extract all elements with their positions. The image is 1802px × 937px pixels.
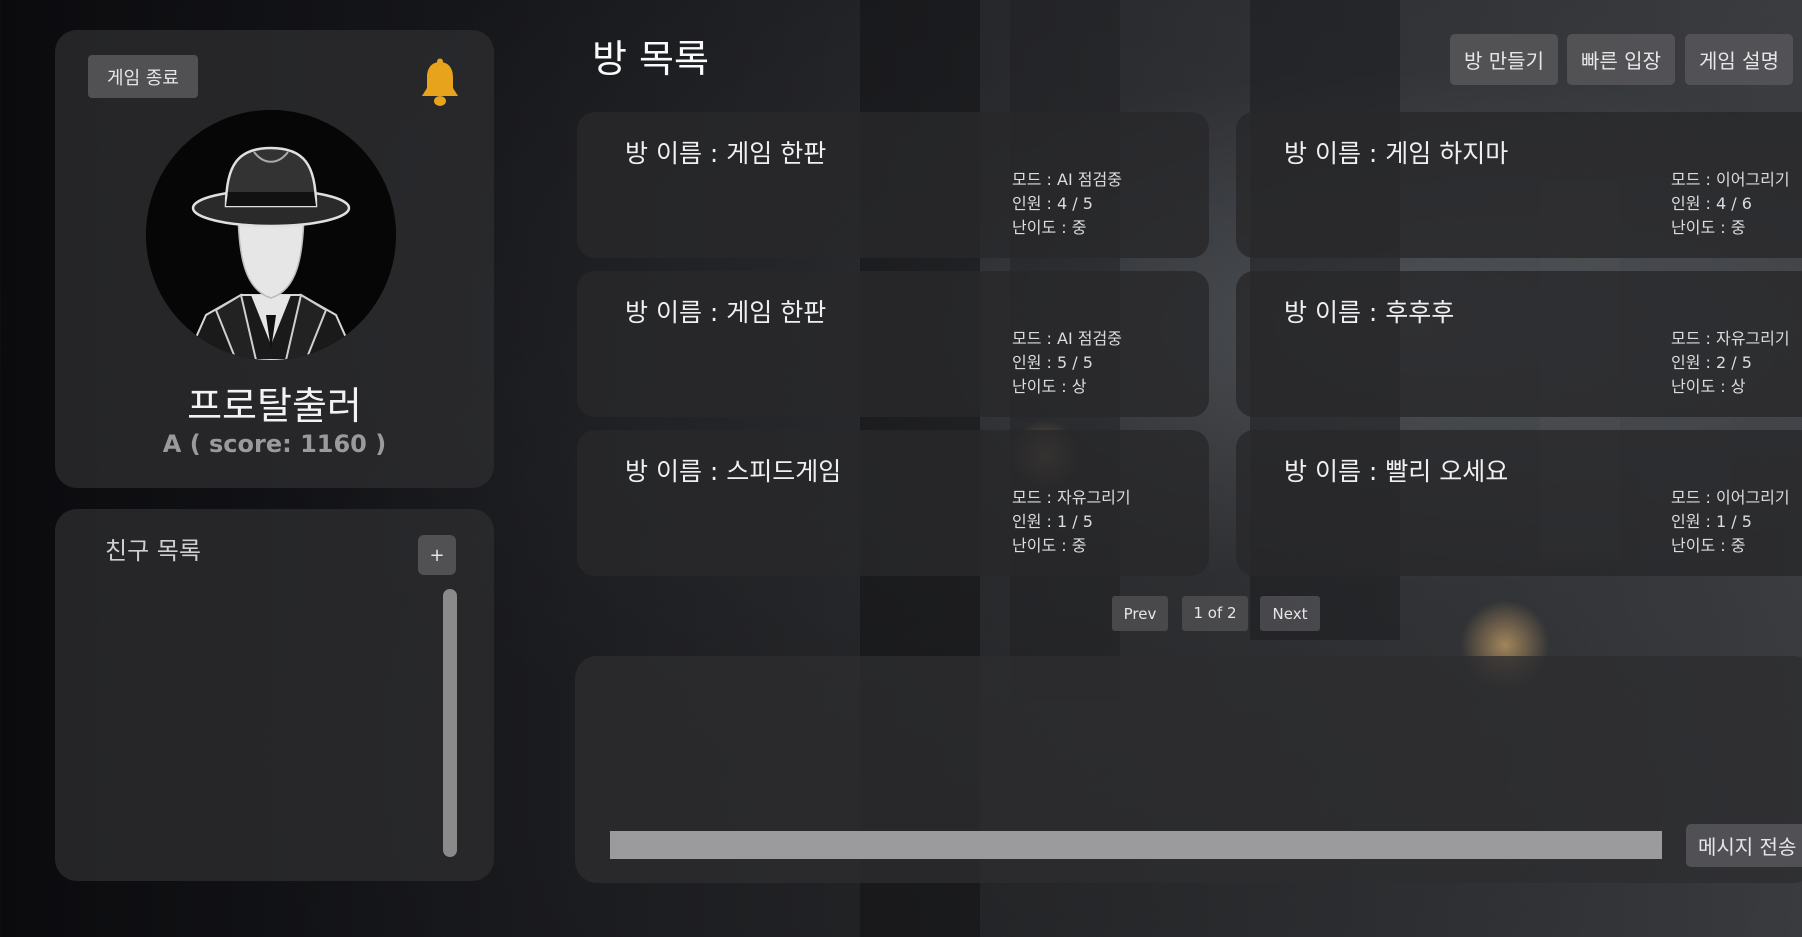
room-players: 인원 : 1 / 5 [1671, 512, 1752, 531]
profile-panel: 게임 종료 프로탈출러 A ( score: 1160 ) [55, 30, 494, 488]
room-name: 방 이름 : 빨리 오세요 [1284, 457, 1509, 486]
room-mode: 모드 : 이어그리기 [1671, 488, 1790, 507]
room-meta: 모드 : 이어그리기 인원 : 1 / 5 난이도 : 중 [1671, 486, 1790, 558]
prev-page-button[interactable]: Prev [1112, 596, 1168, 631]
create-room-button[interactable]: 방 만들기 [1450, 34, 1558, 85]
room-card[interactable]: 방 이름 : 후후후 모드 : 자유그리기 인원 : 2 / 5 난이도 : 상 [1236, 271, 1802, 417]
room-difficulty: 난이도 : 중 [1012, 218, 1087, 237]
send-message-button[interactable]: 메시지 전송 [1686, 824, 1802, 867]
room-name: 방 이름 : 후후후 [1284, 298, 1455, 327]
next-page-button[interactable]: Next [1260, 596, 1320, 631]
friends-panel: 친구 목록 + [55, 509, 494, 881]
room-difficulty: 난이도 : 상 [1012, 377, 1087, 396]
room-mode: 모드 : 이어그리기 [1671, 170, 1790, 189]
room-card[interactable]: 방 이름 : 게임 하지마 모드 : 이어그리기 인원 : 4 / 6 난이도 … [1236, 112, 1802, 258]
chat-panel: 메시지 전송 [575, 656, 1802, 883]
room-mode: 모드 : 자유그리기 [1671, 329, 1790, 348]
room-meta: 모드 : AI 점검중 인원 : 4 / 5 난이도 : 중 [1012, 168, 1122, 240]
room-meta: 모드 : AI 점검중 인원 : 5 / 5 난이도 : 상 [1012, 327, 1122, 399]
room-name: 방 이름 : 스피드게임 [625, 457, 842, 486]
room-difficulty: 난이도 : 중 [1012, 536, 1087, 555]
add-friend-button[interactable]: + [418, 535, 456, 575]
exit-game-button[interactable]: 게임 종료 [88, 55, 198, 98]
bell-icon[interactable] [417, 58, 463, 110]
page-indicator: 1 of 2 [1182, 596, 1248, 631]
page-title: 방 목록 [592, 37, 709, 81]
room-mode: 모드 : AI 점검중 [1012, 329, 1122, 348]
room-mode: 모드 : AI 점검중 [1012, 170, 1122, 189]
room-players: 인원 : 2 / 5 [1671, 353, 1752, 372]
hat-man-illustration [146, 110, 396, 360]
room-meta: 모드 : 이어그리기 인원 : 4 / 6 난이도 : 중 [1671, 168, 1790, 240]
room-card[interactable]: 방 이름 : 빨리 오세요 모드 : 이어그리기 인원 : 1 / 5 난이도 … [1236, 430, 1802, 576]
room-card[interactable]: 방 이름 : 게임 한판 모드 : AI 점검중 인원 : 5 / 5 난이도 … [577, 271, 1209, 417]
room-meta: 모드 : 자유그리기 인원 : 2 / 5 난이도 : 상 [1671, 327, 1790, 399]
room-difficulty: 난이도 : 중 [1671, 536, 1746, 555]
room-difficulty: 난이도 : 상 [1671, 377, 1746, 396]
room-players: 인원 : 1 / 5 [1012, 512, 1093, 531]
player-nickname: 프로탈출러 [187, 384, 362, 428]
room-name: 방 이름 : 게임 한판 [625, 298, 827, 327]
room-difficulty: 난이도 : 중 [1671, 218, 1746, 237]
room-card[interactable]: 방 이름 : 스피드게임 모드 : 자유그리기 인원 : 1 / 5 난이도 :… [577, 430, 1209, 576]
room-players: 인원 : 4 / 6 [1671, 194, 1752, 213]
room-name: 방 이름 : 게임 하지마 [1284, 139, 1509, 168]
chat-input[interactable] [610, 831, 1662, 859]
room-players: 인원 : 5 / 5 [1012, 353, 1093, 372]
game-help-button[interactable]: 게임 설명 [1685, 34, 1793, 85]
avatar [146, 110, 396, 360]
friends-title: 친구 목록 [105, 537, 201, 565]
friends-scrollbar[interactable] [443, 589, 457, 857]
player-rank-score: A ( score: 1160 ) [162, 430, 387, 458]
room-name: 방 이름 : 게임 한판 [625, 139, 827, 168]
room-meta: 모드 : 자유그리기 인원 : 1 / 5 난이도 : 중 [1012, 486, 1131, 558]
room-card[interactable]: 방 이름 : 게임 한판 모드 : AI 점검중 인원 : 4 / 5 난이도 … [577, 112, 1209, 258]
room-players: 인원 : 4 / 5 [1012, 194, 1093, 213]
room-mode: 모드 : 자유그리기 [1012, 488, 1131, 507]
quick-join-button[interactable]: 빠른 입장 [1567, 34, 1675, 85]
